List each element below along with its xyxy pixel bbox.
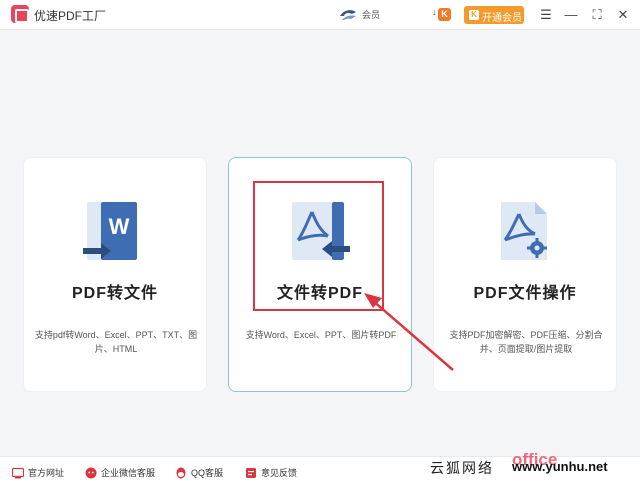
footer-label: 企业微信客服 xyxy=(101,468,156,478)
menu-icon[interactable]: ☰ xyxy=(536,5,556,25)
title-bar: 优速PDF工厂 会员 ↓ K K 开通会员 ☰ — ⛶ ✕ xyxy=(0,0,640,30)
annotation-highlight-box xyxy=(253,181,384,311)
card-pdf-operations[interactable]: PDF文件操作 支持PDF加密解密、PDF压缩、分割合并、页面提取/图片提取 xyxy=(433,157,617,392)
card-description: 支持pdf转Word、Excel、PPT、TXT、图片、HTML xyxy=(34,330,198,354)
footer-wechat-support[interactable]: 企业微信客服 xyxy=(85,466,155,480)
app-logo-icon xyxy=(11,5,29,23)
website-icon xyxy=(12,467,24,478)
svg-text:W: W xyxy=(109,214,130,239)
footer-official-site[interactable]: 官方网址 xyxy=(12,466,64,480)
watermark-url: www.yunhu.net xyxy=(512,459,608,474)
vip-icon: K xyxy=(469,10,479,20)
user-logo-icon xyxy=(340,10,356,20)
word-document-icon: W xyxy=(83,202,137,260)
k-badge-icon: K xyxy=(438,8,451,21)
vip-label: 开通会员 xyxy=(482,13,522,24)
download-arrow-icon: ↓ xyxy=(432,7,437,17)
app-title: 优速PDF工厂 xyxy=(34,9,107,23)
user-name: 会员 xyxy=(362,10,381,20)
footer-feedback[interactable]: 意见反馈 xyxy=(245,466,297,480)
footer-qq-support[interactable]: QQ客服 xyxy=(175,466,223,480)
footer-label: 官方网址 xyxy=(28,468,65,478)
minimize-icon[interactable]: — xyxy=(561,5,581,25)
qq-icon xyxy=(176,467,186,478)
card-description: 支持PDF加密解密、PDF压缩、分割合并、页面提取/图片提取 xyxy=(449,330,603,354)
footer-label: QQ客服 xyxy=(191,468,224,478)
card-pdf-to-file[interactable]: W PDF转文件 支持pdf转Word、Excel、PPT、TXT、图片、HTM… xyxy=(23,157,207,392)
open-vip-button[interactable]: K 开通会员 xyxy=(464,6,524,24)
card-title: PDF转文件 xyxy=(71,285,158,302)
card-title: PDF文件操作 xyxy=(473,285,577,302)
watermark-text: 云狐网络 xyxy=(430,461,494,477)
close-icon[interactable]: ✕ xyxy=(613,5,633,25)
maximize-icon[interactable]: ⛶ xyxy=(587,5,607,25)
pdf-settings-icon xyxy=(501,202,547,260)
wechat-icon xyxy=(85,467,97,478)
footer-label: 意见反馈 xyxy=(261,468,298,478)
feedback-icon xyxy=(246,467,256,478)
card-description: 支持Word、Excel、PPT、图片转PDF xyxy=(245,330,397,340)
